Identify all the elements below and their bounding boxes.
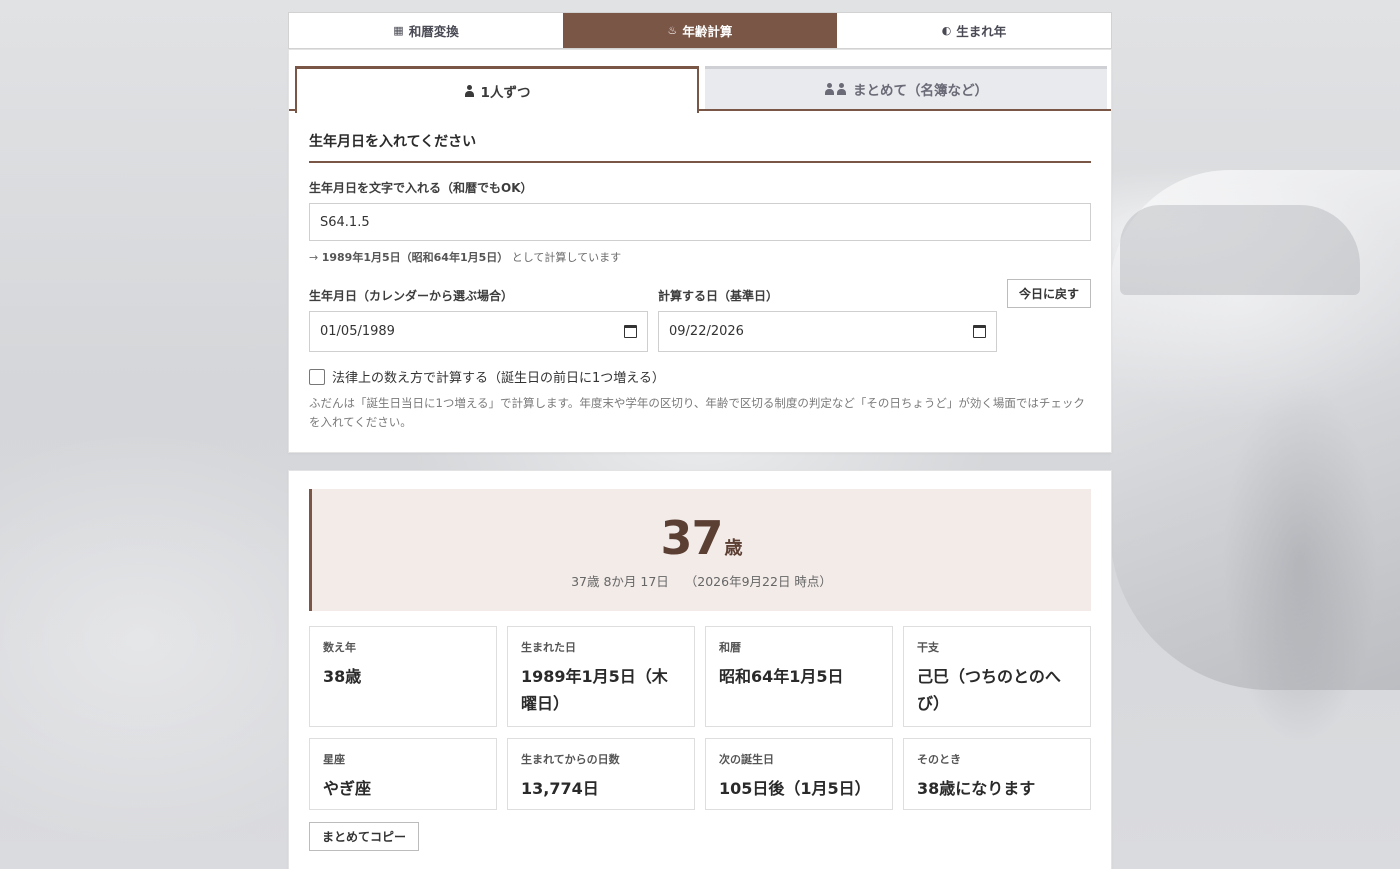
calc-date-group: 計算する日（基準日） 09/22/2026: [658, 279, 997, 352]
result-cell-kazoe: 数え年 38歳: [309, 626, 497, 727]
tab-batch-label: まとめて（名簿など）: [853, 83, 988, 99]
users-icon: [824, 83, 847, 95]
input-card: 1人ずつ まとめて（名簿など） 生年月日を入れてください 生年月日を文字で入れる…: [288, 49, 1112, 453]
as-of-date: （2026年9月22日 時点）: [684, 573, 832, 589]
age-number: 37: [660, 510, 723, 565]
birthdate-picker-value: 01/05/1989: [320, 324, 395, 339]
calendar-icon: ▦: [393, 24, 404, 37]
nav-tab-wareki-convert[interactable]: ▦ 和暦変換: [289, 13, 563, 48]
date-row: 生年月日（カレンダーから選ぶ場合） 01/05/1989 計算する日（基準日） …: [309, 279, 1091, 352]
history-icon: ◐: [941, 24, 952, 37]
age-result: 37 歳 37歳 8か月 17日 （2026年9月22日 時点）: [309, 489, 1091, 611]
result-grid: 数え年 38歳 生まれた日 1989年1月5日（木曜日） 和暦 昭和64年1月5…: [309, 626, 1091, 810]
calendar-icon[interactable]: [973, 325, 986, 338]
legal-count-option[interactable]: 法律上の数え方で計算する（誕生日の前日に1つ増える）: [309, 367, 1091, 386]
text-date-label: 生年月日を文字で入れる（和暦でもOK）: [309, 181, 533, 195]
nav-tab-label: 年齢計算: [682, 24, 733, 39]
birthdate-picker-label: 生年月日（カレンダーから選ぶ場合）: [309, 289, 514, 303]
nav-tab-label: 和暦変換: [408, 24, 459, 39]
hint-suffix: として計算しています: [511, 251, 622, 264]
result-cell-then: そのとき 38歳になります: [903, 738, 1091, 810]
calendar-icon[interactable]: [624, 325, 637, 338]
result-cell-days: 生まれてからの日数 13,774日: [507, 738, 695, 810]
tab-single[interactable]: 1人ずつ: [295, 66, 699, 113]
user-icon: [824, 83, 835, 95]
age-unit: 歳: [724, 537, 743, 559]
user-icon: [464, 85, 475, 97]
section-title: 生年月日を入れてください: [309, 131, 1091, 163]
background-car-window: [1120, 205, 1360, 295]
parse-hint: → 1989年1月5日（昭和64年1月5日） として計算しています: [309, 249, 1091, 265]
cell-label: 次の誕生日: [719, 753, 774, 766]
cell-value: 38歳: [323, 667, 362, 686]
input-form: 生年月日を入れてください 生年月日を文字で入れる（和暦でもOK） S64.1.5…: [289, 111, 1111, 452]
cell-value: 己巳（つちのとのへび）: [917, 667, 1061, 713]
legal-count-note: ふだんは「誕生日当日に1つ増える」で計算します。年度末や学年の区切り、年齢で区切…: [309, 396, 1085, 429]
tab-batch[interactable]: まとめて（名簿など）: [705, 66, 1107, 109]
copy-all-button[interactable]: まとめてコピー: [309, 822, 419, 851]
hint-arrow: →: [309, 251, 319, 264]
calc-date-picker[interactable]: 09/22/2026: [658, 311, 997, 352]
top-nav: ▦ 和暦変換 ♨ 年齢計算 ◐ 生まれ年: [288, 12, 1112, 49]
result-cell-zodiac: 星座 やぎ座: [309, 738, 497, 810]
birthdate-picker[interactable]: 01/05/1989: [309, 311, 648, 352]
result-cell-wareki: 和暦 昭和64年1月5日: [705, 626, 893, 727]
hint-date: 1989年1月5日（昭和64年1月5日）: [321, 251, 509, 264]
cell-label: 生まれてからの日数: [521, 753, 620, 766]
page-container: ▦ 和暦変換 ♨ 年齢計算 ◐ 生まれ年 1人ずつ まとめて（名簿など） 生年月…: [288, 12, 1112, 869]
result-cell-eto: 干支 己巳（つちのとのへび）: [903, 626, 1091, 727]
cell-value: 38歳になります: [917, 779, 1036, 798]
reset-today-button[interactable]: 今日に戻す: [1007, 279, 1091, 308]
legal-count-label[interactable]: 法律上の数え方で計算する（誕生日の前日に1つ増える）: [332, 367, 665, 386]
cell-label: 和暦: [719, 641, 741, 654]
cell-value: やぎ座: [323, 779, 372, 798]
calc-date-label: 計算する日（基準日）: [658, 289, 779, 303]
result-cell-birthday: 生まれた日 1989年1月5日（木曜日）: [507, 626, 695, 727]
birthdate-text-value: S64.1.5: [320, 214, 370, 230]
result-card: 37 歳 37歳 8か月 17日 （2026年9月22日 時点） 数え年 38歳…: [288, 470, 1112, 869]
result-cell-next-birthday: 次の誕生日 105日後（1月5日）: [705, 738, 893, 810]
cell-value: 1989年1月5日（木曜日）: [521, 667, 668, 713]
nav-tab-age-calc[interactable]: ♨ 年齢計算: [563, 13, 837, 48]
nav-tab-birth-year[interactable]: ◐ 生まれ年: [837, 13, 1111, 48]
cell-label: 数え年: [323, 641, 356, 654]
age-detail: 37歳 8か月 17日: [571, 573, 669, 589]
user-icon: [836, 83, 847, 95]
birthday-cake-icon: ♨: [667, 24, 678, 37]
cell-value: 13,774日: [521, 779, 599, 798]
tab-single-label: 1人ずつ: [480, 85, 531, 101]
legal-count-checkbox[interactable]: [309, 368, 325, 385]
cell-label: そのとき: [917, 753, 961, 766]
mode-tabs: 1人ずつ まとめて（名簿など）: [289, 50, 1111, 113]
age-detail-line: 37歳 8か月 17日 （2026年9月22日 時点）: [571, 571, 832, 590]
age-display: 37 歳: [660, 511, 742, 565]
cell-label: 生まれた日: [521, 641, 576, 654]
cell-value: 105日後（1月5日）: [719, 779, 871, 798]
calc-date-value: 09/22/2026: [669, 324, 744, 339]
cell-label: 星座: [323, 753, 345, 766]
nav-tab-label: 生まれ年: [956, 24, 1007, 39]
cell-label: 干支: [917, 641, 939, 654]
birthdate-text-input[interactable]: S64.1.5: [309, 203, 1091, 241]
cell-value: 昭和64年1月5日: [719, 667, 844, 686]
birthdate-picker-group: 生年月日（カレンダーから選ぶ場合） 01/05/1989: [309, 279, 648, 352]
